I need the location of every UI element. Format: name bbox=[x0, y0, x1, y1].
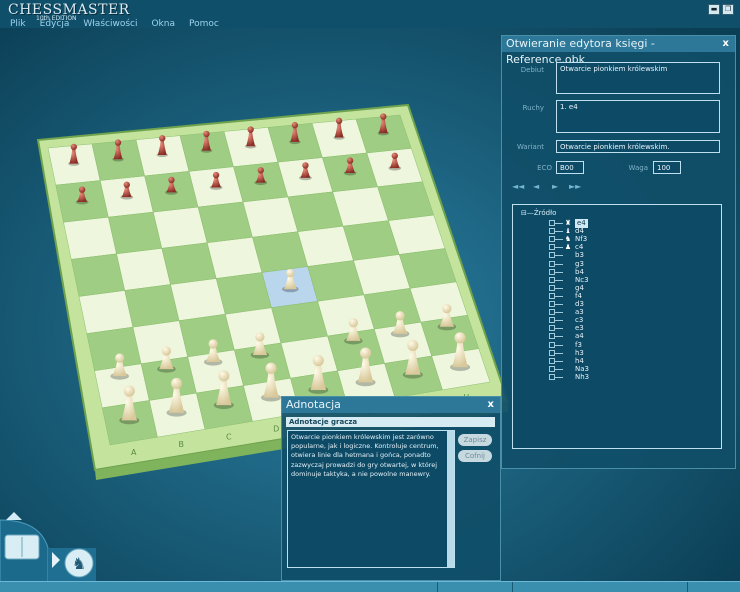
minimize-button[interactable]: ▬ bbox=[708, 4, 720, 15]
menu-bar: Plik Edycja Właściwości Okna Pomoc bbox=[10, 19, 219, 29]
tree-connector bbox=[555, 223, 563, 224]
ruchy-field[interactable]: 1. e4 bbox=[556, 100, 720, 133]
annotation-subheader: Adnotacje gracza bbox=[286, 417, 495, 427]
tree-connector bbox=[555, 247, 563, 249]
board-square[interactable] bbox=[124, 284, 180, 328]
wariant-label: Wariant bbox=[516, 143, 544, 151]
restore-button[interactable]: ❐ bbox=[722, 4, 734, 15]
tree-connector bbox=[555, 320, 563, 322]
waga-field[interactable]: 100 bbox=[653, 161, 681, 174]
board-square[interactable] bbox=[271, 301, 328, 344]
save-button[interactable]: Zapisz bbox=[458, 434, 492, 446]
wariant-field[interactable]: Otwarcie pionkiem królewskim. bbox=[556, 140, 720, 153]
undo-button[interactable]: Cofnij bbox=[458, 450, 492, 462]
status-bar bbox=[0, 581, 740, 592]
board-square[interactable] bbox=[197, 201, 253, 244]
annotation-titlebar: Adnotacja x bbox=[282, 397, 500, 413]
board-file-label: C bbox=[226, 432, 232, 441]
debiut-label: Debiut bbox=[520, 66, 544, 74]
board-square[interactable] bbox=[206, 236, 263, 279]
last-move-button[interactable]: ►► bbox=[569, 182, 581, 191]
eco-label: ECO bbox=[537, 164, 552, 172]
tree-connector bbox=[555, 368, 563, 370]
book-editor-panel: Otwieranie edytora księgi - Reference.ob… bbox=[501, 35, 736, 469]
board-square[interactable] bbox=[161, 242, 217, 285]
board-square[interactable] bbox=[132, 320, 189, 365]
board-square[interactable] bbox=[280, 335, 338, 379]
annotation-panel: Adnotacja x Adnotacje gracza Otwarcie pi… bbox=[281, 396, 501, 581]
tree-connector bbox=[555, 255, 563, 257]
tree-connector bbox=[555, 360, 563, 362]
board-square[interactable] bbox=[116, 248, 171, 291]
opening-tree[interactable]: ⊟—Źródło ♜ e4 ♝ d4 ♞ Nf3 ♟ c4 b3 g3 b4 Nc3 g4 f4 d3 a3 c… bbox=[512, 204, 722, 449]
tree-root[interactable]: ⊟—Źródło bbox=[521, 209, 556, 217]
ruchy-label: Ruchy bbox=[522, 104, 544, 112]
book-editor-titlebar: Otwieranie edytora księgi - Reference.ob… bbox=[502, 36, 735, 66]
board-square[interactable] bbox=[152, 206, 208, 249]
board-square[interactable] bbox=[63, 216, 117, 260]
tree-connector bbox=[555, 344, 563, 346]
tree-connector bbox=[555, 263, 563, 265]
board-square[interactable] bbox=[170, 278, 226, 321]
tree-connector bbox=[555, 295, 563, 297]
tree-connector bbox=[555, 336, 563, 338]
annotation-textarea[interactable]: Otwarcie pionkiem królewskim jest zarówn… bbox=[287, 430, 455, 568]
eco-field[interactable]: B00 bbox=[556, 161, 584, 174]
board-file-label: D bbox=[273, 424, 279, 433]
menu-okna[interactable]: Okna bbox=[151, 19, 175, 29]
annotation-scrollbar[interactable] bbox=[447, 431, 454, 567]
board-square[interactable] bbox=[86, 326, 142, 372]
tree-connector bbox=[555, 239, 563, 241]
next-move-button[interactable]: ► bbox=[552, 182, 558, 191]
board-square[interactable] bbox=[178, 313, 235, 358]
book-editor-close-button[interactable]: x bbox=[723, 36, 729, 52]
tree-connector bbox=[555, 287, 563, 289]
tree-connector bbox=[555, 352, 563, 354]
annotation-title: Adnotacja bbox=[286, 398, 341, 411]
waga-label: Waga bbox=[628, 164, 649, 172]
board-square[interactable] bbox=[108, 211, 163, 255]
board-square[interactable] bbox=[78, 290, 134, 334]
annotation-close-button[interactable]: x bbox=[488, 397, 494, 413]
menu-wlasciwosci[interactable]: Właściwości bbox=[83, 19, 137, 29]
board-square[interactable] bbox=[70, 253, 126, 297]
tree-connector bbox=[555, 328, 563, 330]
svg-text:♞: ♞ bbox=[72, 554, 86, 573]
prev-move-button[interactable]: ◄ bbox=[533, 182, 539, 191]
tree-connector bbox=[555, 279, 563, 281]
menu-edycja[interactable]: Edycja bbox=[40, 19, 70, 29]
board-file-label: A bbox=[131, 448, 137, 457]
tree-connector bbox=[555, 231, 563, 233]
debiut-field[interactable]: Otwarcie pionkiem królewskim bbox=[556, 62, 720, 94]
window-controls: ▬ ❐ bbox=[708, 4, 734, 15]
board-file-label: B bbox=[179, 440, 185, 449]
board-square[interactable] bbox=[215, 272, 272, 315]
first-move-button[interactable]: ◄◄ bbox=[512, 182, 524, 191]
tree-connector bbox=[555, 304, 563, 305]
menu-plik[interactable]: Plik bbox=[10, 19, 26, 29]
tree-connector bbox=[555, 271, 563, 273]
board-square[interactable] bbox=[225, 307, 282, 351]
menu-pomoc[interactable]: Pomoc bbox=[189, 19, 219, 29]
tree-connector bbox=[555, 376, 563, 378]
tree-move-label: Nh3 bbox=[575, 372, 590, 381]
tree-move-nh3[interactable]: Nh3 bbox=[549, 373, 717, 382]
tree-connector bbox=[555, 312, 563, 314]
